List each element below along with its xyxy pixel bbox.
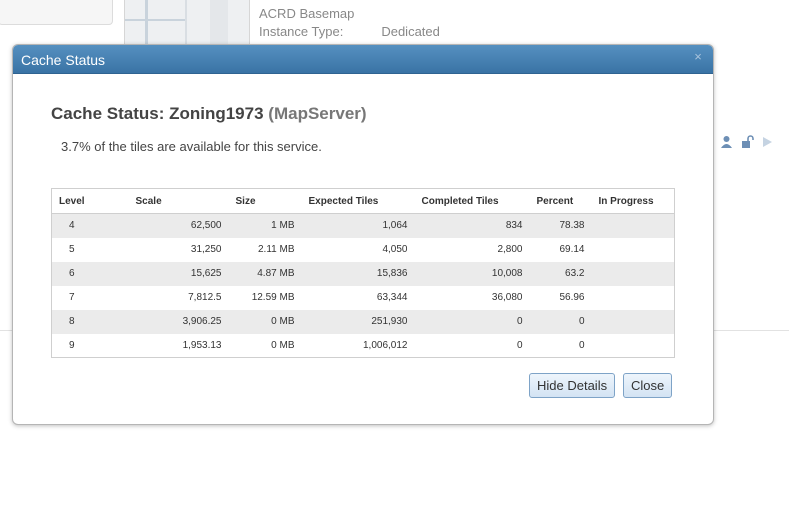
col-header-completed-tiles: Completed Tiles	[414, 188, 530, 214]
cell-completed: 0	[516, 339, 523, 351]
cell-completed: 2,800	[497, 244, 523, 255]
cell-expected: 1,006,012	[363, 339, 408, 351]
cell-scale: 7,812.5	[188, 292, 222, 303]
cell-percent: 78.38	[529, 213, 592, 238]
col-header-percent: Percent	[529, 188, 592, 214]
cell-size: 4.87 MB	[228, 261, 302, 286]
col-header-in-progress: In Progress	[591, 188, 675, 214]
heading-service-name: Cache Status: Zoning1973	[51, 104, 264, 123]
table-row: 6 15,625 4.87 MB 15,836 10,008 63.2	[51, 261, 675, 286]
cell-in-progress	[591, 213, 675, 238]
cell-in-progress	[592, 286, 675, 310]
basemap-label: ACRD Basemap	[259, 6, 355, 21]
cell-scale: 31,250	[190, 244, 222, 255]
dialog-title: Cache Status	[21, 52, 106, 68]
service-action-icons	[720, 135, 773, 151]
cell-percent: 56.96	[559, 292, 585, 303]
cell-scale: 1,953.13	[182, 339, 222, 351]
cache-status-dialog: Cache Status × Cache Status: Zoning1973 …	[12, 44, 714, 425]
unlock-icon[interactable]	[741, 135, 754, 151]
cell-expected: 251,930	[301, 309, 415, 334]
col-header-scale: Scale	[128, 188, 229, 214]
cell-level: 6	[51, 261, 129, 286]
cell-size: 12.59 MB	[251, 292, 295, 303]
table-header-row: Level Scale Size Expected Tiles Complete…	[51, 188, 675, 214]
cell-size: 0 MB	[271, 339, 295, 351]
cell-expected: 15,836	[301, 261, 415, 286]
close-icon[interactable]: ×	[692, 50, 704, 63]
cell-percent: 0	[529, 309, 592, 334]
cell-completed: 834	[414, 213, 530, 238]
cell-in-progress	[591, 309, 675, 334]
play-icon[interactable]	[762, 136, 773, 151]
cell-scale: 3,906.25	[128, 309, 229, 334]
cell-expected: 63,344	[376, 292, 408, 303]
dialog-titlebar[interactable]: Cache Status ×	[13, 45, 713, 74]
instance-type-value: Dedicated	[381, 24, 440, 39]
table-row: 4 62,500 1 MB 1,064 834 78.38	[51, 213, 675, 238]
heading-service-type: (MapServer)	[268, 104, 367, 123]
hide-details-button[interactable]: Hide Details	[529, 373, 616, 398]
cell-completed: 36,080	[491, 292, 523, 303]
user-icon[interactable]	[720, 135, 733, 151]
service-info: ACRD Basemap Instance Type: Dedicated	[259, 5, 440, 41]
basemap-thumbnail[interactable]	[124, 0, 250, 46]
cell-level: 4	[51, 213, 129, 238]
page-title: Cache Status: Zoning1973 (MapServer)	[51, 104, 367, 124]
cell-completed: 10,008	[414, 261, 530, 286]
table-row: 9 1,953.13 0 MB 1,006,012 0 0	[52, 334, 675, 358]
cell-level: 7	[69, 292, 75, 303]
table-row: 5 31,250 2.11 MB 4,050 2,800 69.14	[52, 238, 675, 262]
cell-size: 0 MB	[228, 309, 302, 334]
cell-level: 9	[69, 339, 75, 351]
table-row: 8 3,906.25 0 MB 251,930 0 0	[51, 309, 675, 334]
cell-percent: 69.14	[559, 244, 585, 255]
close-button[interactable]: Close	[623, 373, 673, 398]
background-search-box	[0, 0, 113, 25]
cell-level: 5	[69, 244, 75, 255]
cell-level: 8	[51, 309, 129, 334]
cell-scale: 62,500	[128, 213, 229, 238]
col-header-expected-tiles: Expected Tiles	[301, 188, 415, 214]
cell-in-progress	[592, 238, 675, 262]
col-header-size: Size	[228, 188, 302, 214]
cell-in-progress	[591, 261, 675, 286]
cell-expected: 4,050	[382, 244, 408, 255]
cell-size: 1 MB	[228, 213, 302, 238]
cell-percent: 0	[578, 339, 585, 351]
cache-status-table: Level Scale Size Expected Tiles Complete…	[51, 188, 675, 358]
table-row: 7 7,812.5 12.59 MB 63,344 36,080 56.96	[52, 286, 675, 310]
col-header-level: Level	[51, 188, 129, 214]
cell-size: 2.11 MB	[258, 244, 295, 255]
cell-percent: 63.2	[529, 261, 592, 286]
cell-scale: 15,625	[128, 261, 229, 286]
cache-summary: 3.7% of the tiles are available for this…	[61, 139, 322, 154]
instance-type-label: Instance Type:	[259, 24, 344, 39]
cell-expected: 1,064	[301, 213, 415, 238]
cell-in-progress	[592, 334, 675, 358]
cell-completed: 0	[414, 309, 530, 334]
